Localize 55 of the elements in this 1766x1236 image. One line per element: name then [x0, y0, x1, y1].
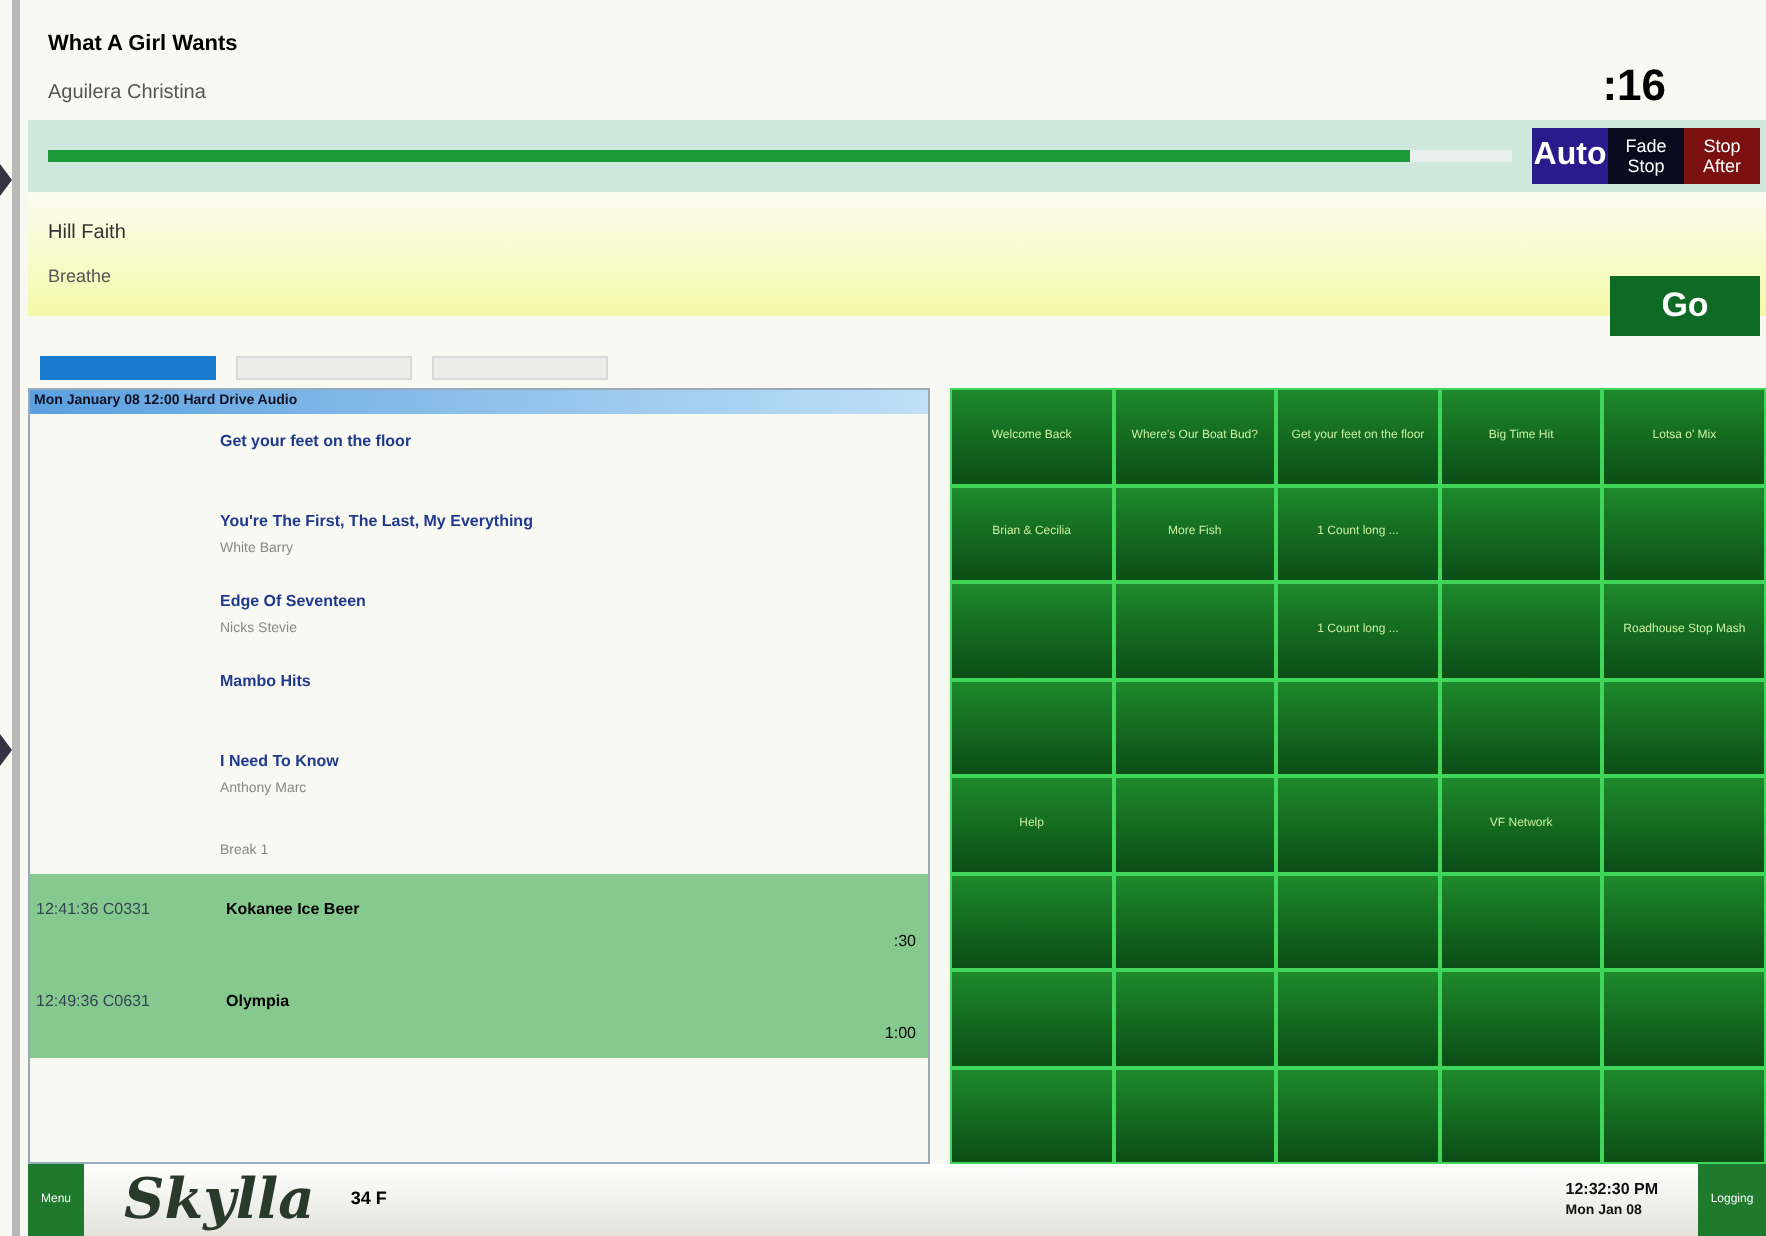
cart-button[interactable]: [952, 681, 1112, 774]
go-button[interactable]: Go: [1610, 276, 1760, 336]
next-artist: Hill Faith: [48, 219, 128, 248]
cart-button[interactable]: [1115, 1069, 1275, 1162]
cart-button[interactable]: [1278, 972, 1438, 1065]
cart-button[interactable]: [1441, 875, 1601, 968]
transport-button[interactable]: Fade Stop: [1608, 128, 1684, 184]
log-time: 12:49:36 C0631: [36, 990, 152, 1014]
cart-button[interactable]: [952, 972, 1112, 1065]
cart-button[interactable]: [1441, 487, 1601, 580]
log-title: Get your feet on the floor: [220, 430, 414, 454]
transport-button[interactable]: Stop After: [1684, 128, 1760, 184]
cart-button[interactable]: [1115, 972, 1275, 1065]
log-row[interactable]: 12:49:36 C0631 Olympia 1:00: [30, 966, 928, 1058]
cart-button[interactable]: [952, 584, 1112, 677]
cart-button[interactable]: [1115, 584, 1275, 677]
cart-button[interactable]: [1604, 778, 1764, 871]
tab[interactable]: [432, 356, 608, 380]
cart-button[interactable]: [1278, 681, 1438, 774]
log-time: 12:41:36 C0331: [36, 898, 152, 922]
cart-button[interactable]: [1115, 778, 1275, 871]
clock-time: 12:32:30 PM: [1565, 1177, 1658, 1202]
cart-button[interactable]: [1604, 681, 1764, 774]
cart-button[interactable]: [1441, 681, 1601, 774]
temperature: 34 F: [350, 1186, 387, 1213]
log-title: Olympia: [226, 990, 290, 1014]
cart-button[interactable]: [1604, 972, 1764, 1065]
log-length: :30: [893, 930, 916, 954]
logo: Skylla: [124, 1164, 315, 1236]
cart-button[interactable]: [1115, 681, 1275, 774]
log-row[interactable]: 12:41:36 C0331 Kokanee Ice Beer :30: [30, 874, 928, 966]
cart-button[interactable]: [1604, 487, 1764, 580]
log-title: Mambo Hits: [220, 670, 313, 694]
cart-button[interactable]: [1441, 972, 1601, 1065]
next-title: Breathe: [48, 263, 114, 290]
cart-button[interactable]: [1115, 875, 1275, 968]
cart-button[interactable]: [1441, 1069, 1601, 1162]
cart-button[interactable]: [1604, 875, 1764, 968]
countdown: :16: [1602, 58, 1666, 114]
cart-button[interactable]: [1278, 778, 1438, 871]
cart-button[interactable]: [952, 1069, 1112, 1162]
log-length: 1:00: [884, 1022, 916, 1046]
cart-button[interactable]: [1604, 1069, 1764, 1162]
log-title: Kokanee Ice Beer: [226, 898, 360, 922]
log-title: I Need To Know: [220, 750, 341, 774]
tab[interactable]: [236, 356, 412, 380]
log-title: You're The First, The Last, My Everything: [220, 510, 535, 534]
transport-button[interactable]: Auto: [1532, 128, 1608, 184]
cart-button[interactable]: [1441, 584, 1601, 677]
cart-button[interactable]: [1278, 1069, 1438, 1162]
log-title: Edge Of Seventeen: [220, 590, 368, 614]
cart-button[interactable]: [1278, 875, 1438, 968]
artist-name: Aguilera Christina: [48, 79, 208, 107]
cart-button[interactable]: [952, 875, 1112, 968]
song-title: What A Girl Wants: [48, 30, 238, 60]
